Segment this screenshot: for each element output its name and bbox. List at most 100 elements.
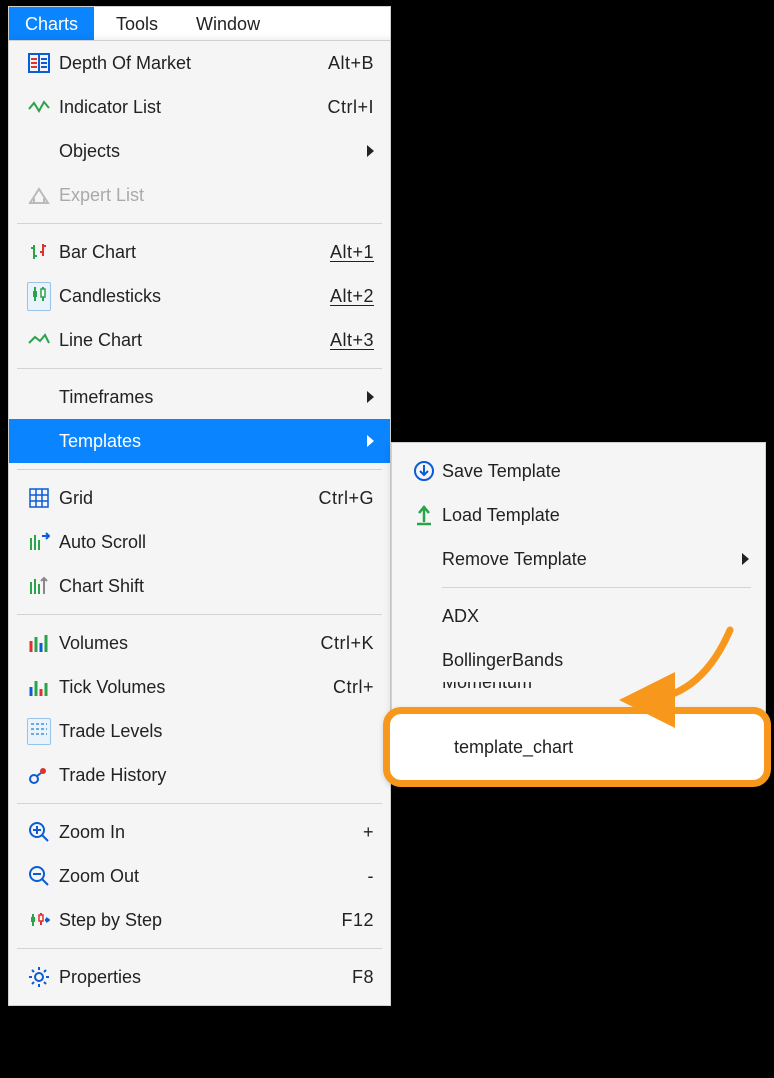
load-icon: [406, 504, 442, 526]
menu-bar-chart-shortcut: Alt+1: [330, 242, 374, 263]
trade-levels-icon: [27, 718, 51, 745]
menu-bar-chart-label: Bar Chart: [59, 242, 330, 263]
menu-zoom-out[interactable]: Zoom Out -: [9, 854, 390, 898]
depth-of-market-icon: [19, 53, 59, 73]
menu-grid[interactable]: Grid Ctrl+G: [9, 476, 390, 520]
menu-chart-shift[interactable]: Chart Shift: [9, 564, 390, 608]
menu-zoom-in-shortcut: +: [363, 822, 374, 843]
menu-chart-shift-label: Chart Shift: [59, 576, 374, 597]
menu-indicator-list-label: Indicator List: [59, 97, 327, 118]
submenu-arrow-icon: [742, 553, 749, 565]
menu-line-chart-label: Line Chart: [59, 330, 330, 351]
menu-candlesticks[interactable]: Candlesticks Alt+2: [9, 274, 390, 318]
submenu-arrow-icon: [367, 145, 374, 157]
menu-volumes-label: Volumes: [59, 633, 320, 654]
menu-candlesticks-shortcut: Alt+2: [330, 286, 374, 307]
submenu-arrow-icon: [367, 435, 374, 447]
zoom-in-icon: [19, 821, 59, 843]
menu-volumes[interactable]: Volumes Ctrl+K: [9, 621, 390, 665]
chart-shift-icon: [19, 576, 59, 596]
menu-timeframes-label: Timeframes: [59, 387, 367, 408]
submenu-bollinger-label: BollingerBands: [442, 650, 749, 671]
separator: [17, 368, 382, 369]
auto-scroll-icon: [19, 532, 59, 552]
menu-trade-levels[interactable]: Trade Levels: [9, 709, 390, 753]
submenu-bollinger[interactable]: BollingerBands: [392, 638, 765, 682]
bar-chart-icon: [19, 242, 59, 262]
menu-objects[interactable]: Objects: [9, 129, 390, 173]
template-chart-label: template_chart: [454, 737, 573, 758]
menu-depth-of-market-label: Depth Of Market: [59, 53, 328, 74]
menu-step-by-step[interactable]: Step by Step F12: [9, 898, 390, 942]
menu-trade-history-label: Trade History: [59, 765, 374, 786]
separator: [17, 803, 382, 804]
menubar: Charts Tools Window: [8, 6, 391, 42]
line-chart-icon: [19, 333, 59, 347]
candlesticks-icon: [27, 282, 51, 311]
menu-indicator-list-shortcut: Ctrl+I: [327, 97, 374, 118]
submenu-adx[interactable]: ADX: [392, 594, 765, 638]
gear-icon: [19, 966, 59, 988]
submenu-arrow-icon: [367, 391, 374, 403]
submenu-momentum[interactable]: Momentum: [392, 682, 765, 702]
menu-zoom-in-label: Zoom In: [59, 822, 363, 843]
separator: [17, 614, 382, 615]
zoom-out-icon: [19, 865, 59, 887]
menu-grid-label: Grid: [59, 488, 318, 509]
volumes-icon: [19, 633, 59, 653]
menu-properties[interactable]: Properties F8: [9, 955, 390, 999]
indicator-list-icon: [19, 99, 59, 115]
expert-list-icon: [19, 186, 59, 204]
menu-trade-history[interactable]: Trade History: [9, 753, 390, 797]
menu-bar-chart[interactable]: Bar Chart Alt+1: [9, 230, 390, 274]
menu-objects-label: Objects: [59, 141, 367, 162]
grid-icon: [19, 488, 59, 508]
tick-volumes-icon: [19, 677, 59, 697]
submenu-load-template[interactable]: Load Template: [392, 493, 765, 537]
menu-trade-levels-label: Trade Levels: [59, 721, 374, 742]
menubar-tools[interactable]: Tools: [100, 7, 174, 41]
menu-tick-volumes[interactable]: Tick Volumes Ctrl+: [9, 665, 390, 709]
menubar-tools-label: Tools: [116, 14, 158, 35]
step-by-step-icon: [19, 910, 59, 930]
menu-templates-label: Templates: [59, 431, 367, 452]
submenu-load-template-label: Load Template: [442, 505, 749, 526]
menu-properties-shortcut: F8: [352, 967, 374, 988]
menubar-charts[interactable]: Charts: [9, 7, 94, 41]
menu-tick-volumes-shortcut: Ctrl+: [333, 677, 374, 698]
separator: [17, 469, 382, 470]
menu-properties-label: Properties: [59, 967, 352, 988]
menubar-window-label: Window: [196, 14, 260, 35]
menu-timeframes[interactable]: Timeframes: [9, 375, 390, 419]
menu-auto-scroll[interactable]: Auto Scroll: [9, 520, 390, 564]
menu-expert-list: Expert List: [9, 173, 390, 217]
submenu-save-template-label: Save Template: [442, 461, 749, 482]
submenu-adx-label: ADX: [442, 606, 749, 627]
menu-zoom-out-shortcut: -: [368, 866, 375, 887]
submenu-remove-template-label: Remove Template: [442, 549, 742, 570]
menu-depth-of-market[interactable]: Depth Of Market Alt+B: [9, 41, 390, 85]
submenu-save-template[interactable]: Save Template: [392, 449, 765, 493]
menu-step-by-step-label: Step by Step: [59, 910, 341, 931]
menu-templates[interactable]: Templates: [9, 419, 390, 463]
menu-zoom-in[interactable]: Zoom In +: [9, 810, 390, 854]
menu-line-chart-shortcut: Alt+3: [330, 330, 374, 351]
submenu-momentum-label: Momentum: [442, 682, 749, 693]
menu-zoom-out-label: Zoom Out: [59, 866, 368, 887]
menu-candlesticks-label: Candlesticks: [59, 286, 330, 307]
menu-indicator-list[interactable]: Indicator List Ctrl+I: [9, 85, 390, 129]
template-chart-callout[interactable]: template_chart: [383, 707, 771, 787]
menu-auto-scroll-label: Auto Scroll: [59, 532, 374, 553]
separator: [17, 948, 382, 949]
menubar-charts-label: Charts: [25, 14, 78, 35]
separator: [17, 223, 382, 224]
menu-expert-list-label: Expert List: [59, 185, 374, 206]
charts-menu: Depth Of Market Alt+B Indicator List Ctr…: [8, 40, 391, 1006]
menu-tick-volumes-label: Tick Volumes: [59, 677, 333, 698]
submenu-remove-template[interactable]: Remove Template: [392, 537, 765, 581]
menu-line-chart[interactable]: Line Chart Alt+3: [9, 318, 390, 362]
menubar-window[interactable]: Window: [180, 7, 276, 41]
menu-step-by-step-shortcut: F12: [341, 910, 374, 931]
separator: [442, 587, 751, 588]
menu-grid-shortcut: Ctrl+G: [318, 488, 374, 509]
